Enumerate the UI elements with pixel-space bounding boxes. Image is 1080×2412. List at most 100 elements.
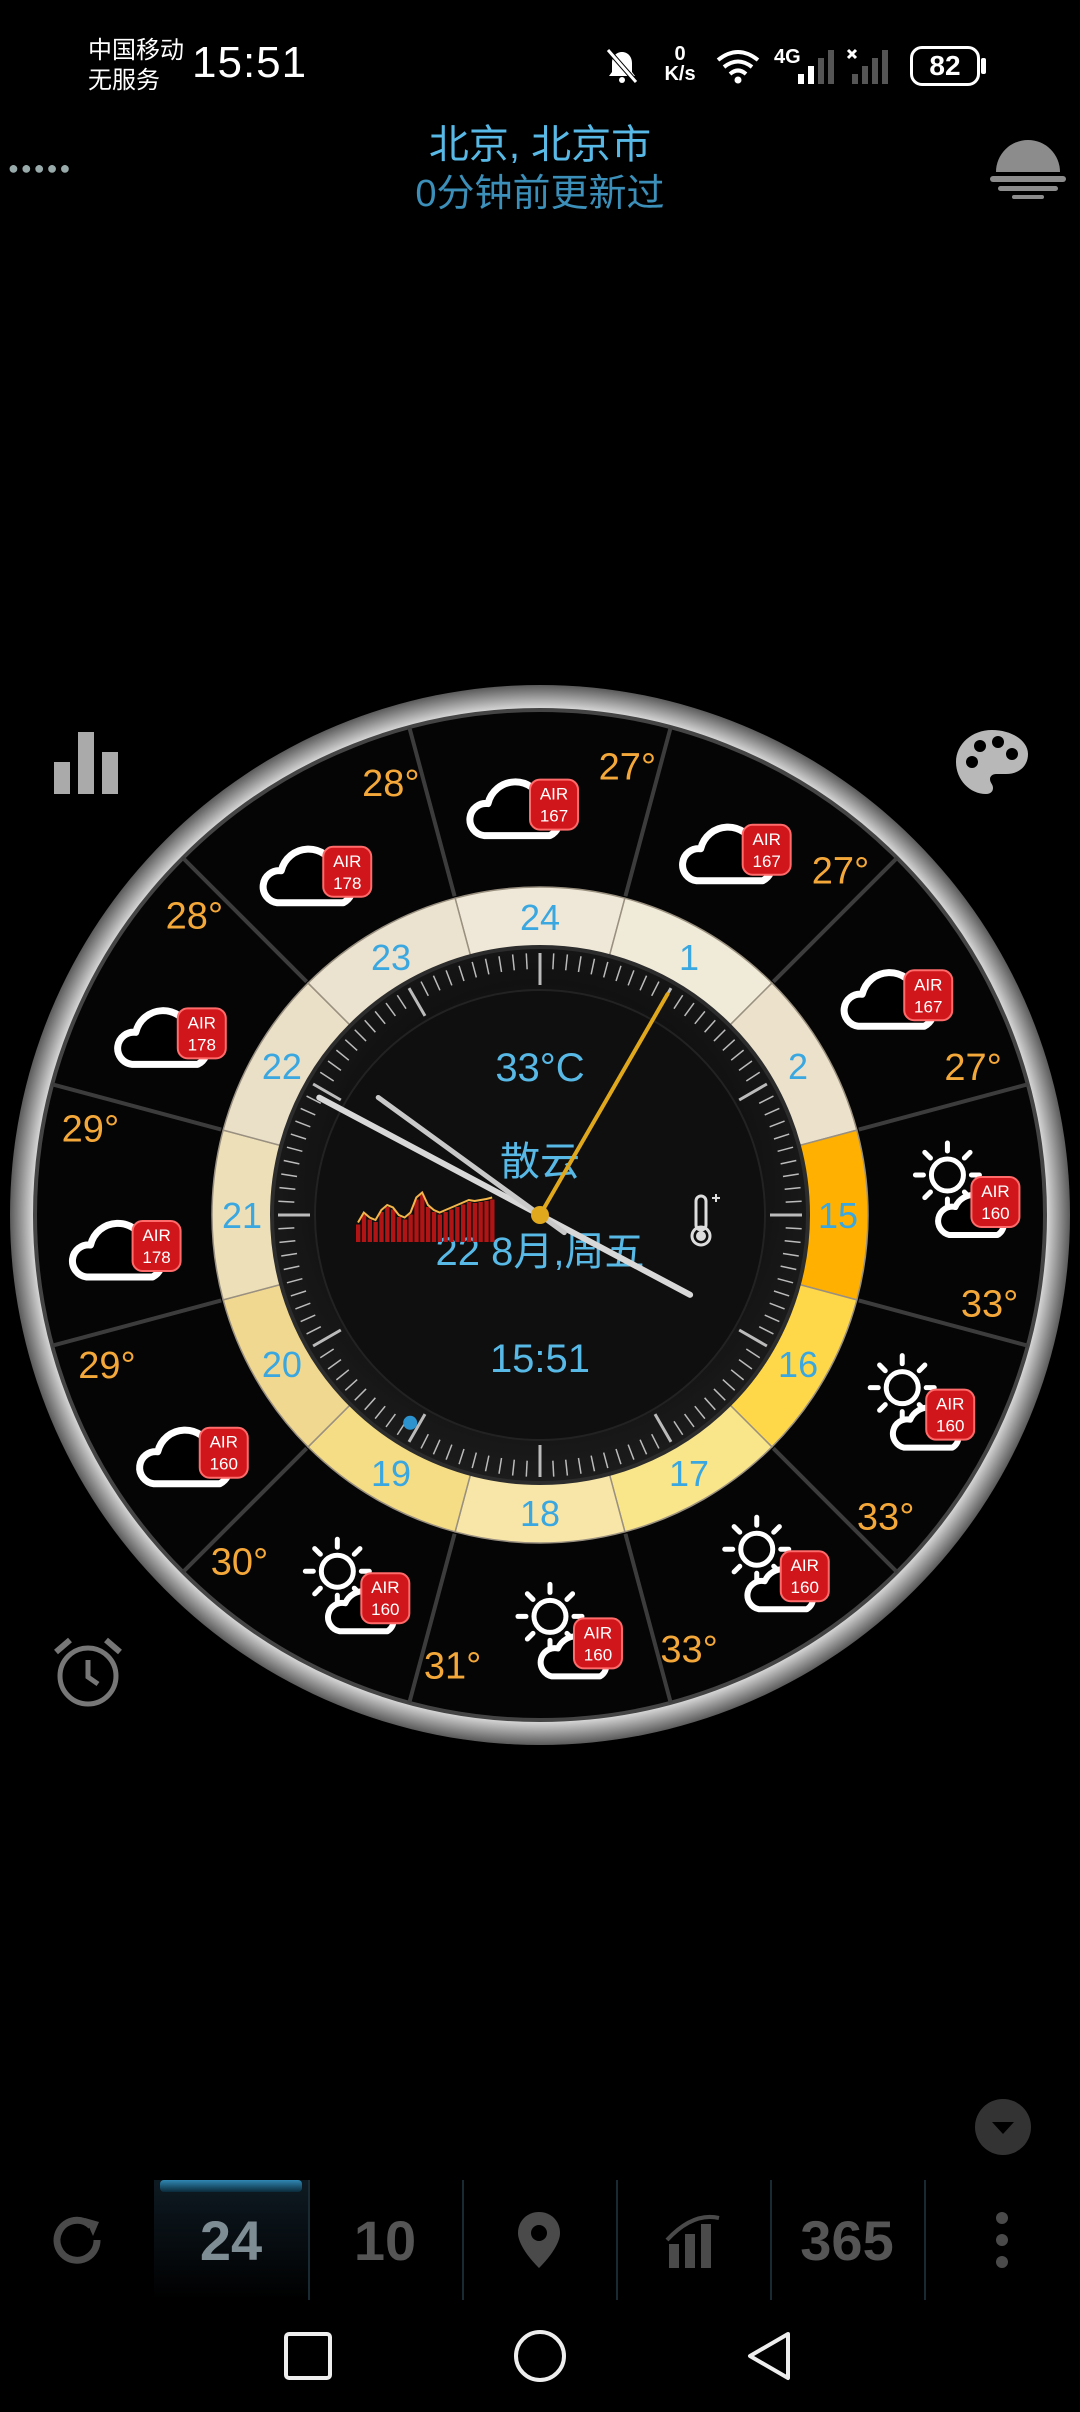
current-temperature: 33°C [495, 1046, 584, 1090]
more-vertical-icon [996, 2212, 1008, 2268]
tab-365-days[interactable]: 365 [770, 2180, 926, 2300]
sparkline-bar [455, 1207, 460, 1242]
sparkline-bar [420, 1194, 425, 1242]
refresh-icon [53, 2216, 101, 2264]
air-label: AIR [914, 975, 942, 994]
more-options-button[interactable] [924, 2180, 1080, 2300]
minute-tick [785, 1227, 802, 1230]
minute-tick [525, 953, 528, 970]
expand-button[interactable] [974, 2098, 1032, 2156]
air-value: 160 [210, 1455, 238, 1474]
forecast-temperature: 27° [944, 1047, 1001, 1089]
hour-label: 20 [262, 1344, 302, 1385]
hour-label: 21 [222, 1195, 262, 1236]
sparkline-bar [385, 1207, 390, 1242]
tab-chart[interactable] [616, 2180, 772, 2300]
hour-label: 1 [679, 937, 699, 978]
battery-cap [981, 58, 986, 74]
forecast-temperature: 31° [424, 1646, 481, 1688]
air-quality-badge: AIR 160 [925, 1388, 976, 1441]
tab-10-days[interactable]: 10 [308, 2180, 464, 2300]
air-label: AIR [791, 1556, 819, 1575]
air-value: 160 [936, 1417, 964, 1436]
minute-tick [552, 1460, 555, 1477]
recent-apps-button[interactable] [282, 2330, 334, 2382]
update-status: 0分钟前更新过 [415, 173, 665, 215]
home-button[interactable] [512, 2328, 568, 2384]
hour-label: 2 [788, 1046, 808, 1087]
minute-tick [525, 1460, 528, 1477]
forecast-temperature: 33° [961, 1283, 1018, 1325]
air-value: 167 [540, 807, 568, 826]
air-quality-badge: AIR 167 [903, 969, 954, 1022]
sparkline-bar [402, 1219, 407, 1242]
hand-pivot [531, 1206, 549, 1224]
hour-label: 23 [371, 937, 411, 978]
air-value: 160 [791, 1578, 819, 1597]
air-value: 178 [333, 874, 361, 893]
forecast-temperature: 28° [362, 763, 419, 805]
sparkline-bar [391, 1209, 396, 1242]
air-label: AIR [540, 785, 568, 804]
air-label: AIR [936, 1395, 964, 1414]
forecast-temperature: 30° [211, 1542, 268, 1584]
sparkline-bar [426, 1207, 431, 1242]
air-quality-badge: AIR 178 [176, 1007, 227, 1060]
hour-label: 18 [520, 1493, 560, 1534]
sunset-icon[interactable] [986, 128, 1070, 204]
minute-tick [785, 1200, 802, 1203]
air-quality-badge: AIR 160 [572, 1617, 623, 1670]
air-value: 167 [914, 997, 942, 1016]
forecast-temperature: 27° [812, 850, 869, 892]
tab-24-hours[interactable]: 24 [154, 2180, 310, 2300]
air-value: 160 [371, 1600, 399, 1619]
back-button[interactable] [742, 2328, 798, 2384]
bottom-toolbar: 24 10 365 [0, 2180, 1080, 2300]
sparkline-bar [431, 1212, 437, 1242]
current-hour-marker [403, 1415, 418, 1430]
sparkline-bar [408, 1214, 413, 1242]
sparkline-bar [414, 1199, 419, 1242]
air-quality-badge: AIR 160 [970, 1176, 1021, 1229]
air-value: 178 [188, 1035, 216, 1054]
sparkline-bar [484, 1201, 489, 1242]
net-speed-value: 0 [674, 43, 686, 65]
net-speed-unit: K/s [664, 63, 696, 85]
air-label: AIR [753, 830, 781, 849]
hour-label: 17 [669, 1453, 709, 1494]
hour-label: 22 [262, 1046, 302, 1087]
sparkline-bar [472, 1203, 477, 1242]
tab-location[interactable] [462, 2180, 618, 2300]
forecast-temperature: 33° [660, 1629, 717, 1671]
air-quality-badge: AIR 160 [198, 1426, 249, 1479]
signal-no-service-icon [846, 48, 888, 84]
hour-label: 15 [818, 1195, 858, 1236]
air-label: AIR [584, 1623, 612, 1642]
sparkline-bar [437, 1214, 442, 1242]
sparkline-bar [373, 1222, 378, 1242]
air-value: 160 [584, 1645, 612, 1664]
air-label: AIR [981, 1182, 1009, 1201]
air-label: AIR [188, 1013, 216, 1032]
tab-365-label: 365 [800, 2208, 894, 2272]
air-label: AIR [333, 852, 361, 871]
sparkline-bar [461, 1204, 466, 1242]
air-label: AIR [142, 1226, 170, 1245]
weather-condition: 散云 [500, 1140, 580, 1184]
refresh-button[interactable] [0, 2180, 154, 2300]
location-pin-icon [518, 2212, 560, 2268]
sparkline-bar [449, 1209, 454, 1242]
hour-label: 19 [371, 1453, 411, 1494]
forecast-temperature: 27° [599, 746, 656, 788]
weather-clock-dial[interactable]: 24 1 2 15 16 17 18 19 20 21 22 23 AIR 167 27° AIR 167 27… [0, 670, 1080, 1760]
forecast-temperature: 33° [857, 1496, 914, 1538]
net-speed: 0 K/s [658, 44, 702, 84]
service-status: 无服务 [88, 67, 160, 94]
hour-label: 16 [778, 1344, 818, 1385]
air-label: AIR [371, 1578, 399, 1597]
sparkline-bar [490, 1199, 495, 1242]
sparkline-bar [466, 1202, 472, 1242]
sparkline-bar [367, 1219, 372, 1242]
air-value: 167 [752, 852, 780, 871]
forecast-temperature: 28° [166, 896, 223, 938]
